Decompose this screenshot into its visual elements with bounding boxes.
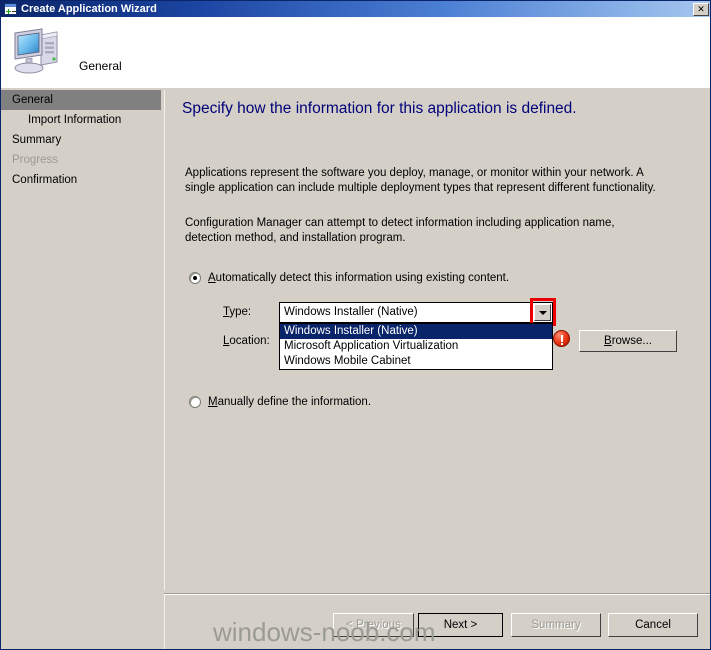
computer-icon [11, 25, 67, 77]
wizard-window-icon [4, 3, 17, 15]
create-application-wizard-window: Create Application Wizard ✕ General Gene… [0, 0, 711, 650]
dropdown-option-windows-mobile-cabinet[interactable]: Windows Mobile Cabinet [280, 354, 552, 369]
title-bar: Create Application Wizard ✕ [1, 1, 710, 17]
radio-label-manual: Manually define the information. [208, 396, 371, 408]
wizard-footer: < Previous Next > Summary Cancel [164, 595, 710, 649]
type-label: Type: [223, 306, 251, 318]
location-label: Location: [223, 335, 270, 347]
radio-label-auto-rest: utomatically detect this information usi… [215, 272, 510, 284]
description-paragraph-2: Configuration Manager can attempt to det… [185, 217, 615, 244]
accelerator-letter-a: A [208, 272, 216, 284]
accelerator-letter-b: B [604, 335, 612, 347]
description-paragraph-1: Applications represent the software you … [185, 167, 656, 194]
radio-mark-manual [189, 396, 201, 408]
sidebar-item-progress[interactable]: Progress [1, 150, 161, 170]
window-title: Create Application Wizard [21, 3, 157, 15]
radio-mark-auto [189, 272, 201, 284]
dropdown-arrow-highlight-box [530, 298, 556, 326]
wizard-content-panel: Specify how the information for this app… [164, 90, 710, 590]
radio-label-manual-rest: anually define the information. [217, 396, 372, 408]
sidebar-item-confirmation[interactable]: Confirmation [1, 170, 161, 190]
previous-button[interactable]: < Previous [333, 613, 414, 637]
accelerator-letter-m: M [208, 396, 218, 408]
error-exclamation-icon [553, 330, 570, 347]
dropdown-option-microsoft-application-virtualization[interactable]: Microsoft Application Virtualization [280, 339, 552, 354]
icon-title-stripe [5, 4, 16, 7]
type-combobox-value: Windows Installer (Native) [284, 306, 418, 318]
icon-dash [12, 11, 16, 12]
dropdown-option-windows-installer-native[interactable]: Windows Installer (Native) [280, 324, 552, 339]
sidebar-item-general[interactable]: General [1, 90, 161, 110]
type-combobox[interactable]: Windows Installer (Native) [279, 298, 556, 326]
summary-button[interactable]: Summary [511, 613, 601, 637]
type-label-rest: ype: [229, 306, 252, 318]
sidebar-item-summary[interactable]: Summary [1, 130, 161, 150]
page-title: Specify how the information for this app… [182, 100, 577, 117]
header-step-label: General [79, 59, 122, 73]
radio-automatically-detect[interactable]: Automatically detect this information us… [189, 272, 509, 284]
close-icon[interactable]: ✕ [693, 3, 709, 16]
cancel-button[interactable]: Cancel [608, 613, 698, 637]
type-dropdown-list[interactable]: Windows Installer (Native) Microsoft App… [279, 323, 553, 370]
wizard-header: General [1, 17, 710, 89]
radio-manually-define[interactable]: Manually define the information. [189, 396, 371, 408]
browse-button[interactable]: Browse... [579, 330, 677, 352]
wizard-step-sidebar: General Import Information Summary Progr… [1, 90, 161, 649]
sidebar-item-import-information[interactable]: Import Information [1, 110, 161, 130]
type-combobox-field[interactable]: Windows Installer (Native) [279, 302, 553, 323]
location-label-rest: ocation: [229, 335, 270, 347]
icon-plus-horizontal [6, 11, 11, 12]
radio-label-auto: Automatically detect this information us… [208, 272, 509, 284]
error-exclamation-glyph [560, 335, 563, 345]
browse-button-rest: rowse... [611, 335, 652, 347]
next-button[interactable]: Next > [418, 613, 503, 637]
